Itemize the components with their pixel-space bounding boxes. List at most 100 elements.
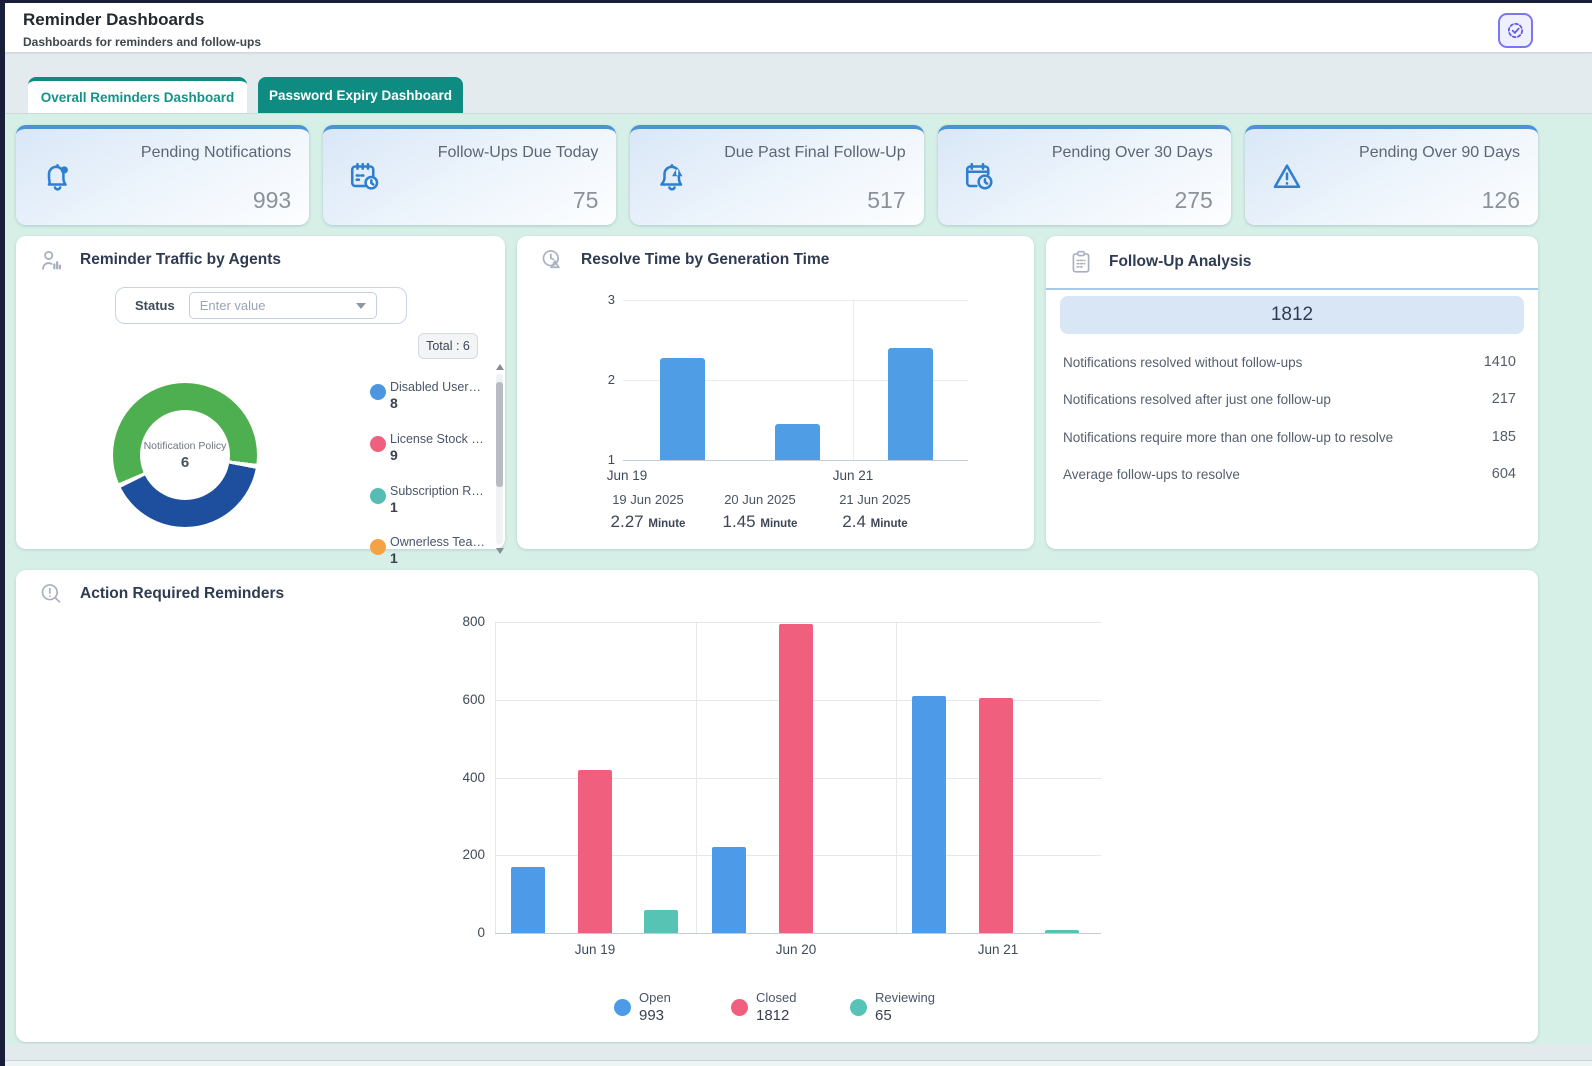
stat-date: 20 Jun 2025 [695,492,825,507]
kpi-label: Pending Over 30 Days [1052,144,1213,162]
followup-analysis-panel: Follow-Up Analysis 1812 Notifications re… [1046,236,1538,549]
y-tick: 600 [439,692,485,707]
reminder-dashboards-screen: Reminder Dashboards Dashboards for remin… [0,0,1592,1066]
clipboard-icon [1068,249,1094,275]
gridline [896,622,897,933]
action-bar-reviewing-jun-21[interactable] [1045,930,1079,933]
legend-item-subscription[interactable]: Subscription R… 1 [370,484,496,515]
chevron-down-icon [356,303,366,309]
kpi-followups-due-today[interactable]: Follow-Ups Due Today 75 [323,125,616,225]
kpi-value: 275 [1174,187,1212,214]
action-bar-open-jun-19[interactable] [511,867,545,933]
legend-label: License Stock … [390,432,494,446]
row-value: 604 [1492,466,1516,482]
calendar-check-icon [347,159,383,200]
kpi-value: 517 [867,187,905,214]
kpi-pending-over-90-days[interactable]: Pending Over 90 Days 126 [1245,125,1538,225]
legend-scrollbar[interactable] [496,364,504,554]
status-select-placeholder: Enter value [200,298,266,313]
stat-unit: Minute [760,518,797,530]
agents-chart-icon [38,247,65,274]
x-tick: Jun 20 [756,942,836,957]
page-title: Reminder Dashboards [23,10,204,30]
status-select[interactable]: Enter value [189,292,377,319]
gridline [853,300,854,460]
search-alert-icon [38,581,65,608]
kpi-pending-over-30-days[interactable]: Pending Over 30 Days 275 [938,125,1231,225]
legend-value: 1812 [756,1007,796,1024]
gridline [696,622,697,933]
legend-item-ownerless-team[interactable]: Ownerless Tea… 1 [370,535,496,566]
stat-value: 1.45 [723,512,756,531]
followup-row: Notifications resolved without follow-up… [1063,352,1516,372]
bell-dot-icon [40,159,76,200]
scrollbar-thumb[interactable] [496,382,503,487]
resolve-bar-19-jun-2025[interactable] [660,358,705,460]
x-tick: Jun 19 [597,468,657,483]
scroll-down-icon[interactable] [496,548,504,554]
legend-label: Closed [756,990,796,1005]
legend-dot-icon [370,384,386,400]
tab-overall-reminders-dashboard[interactable]: Overall Reminders Dashboard [28,77,247,113]
action-bar-closed-jun-21[interactable] [979,698,1013,933]
legend-label: Disabled User… [390,380,494,394]
resolve-stat-jun20: 20 Jun 2025 1.45 Minute [695,492,825,532]
followup-headline-value: 1812 [1060,296,1524,334]
action-bar-open-jun-20[interactable] [712,847,746,933]
action-bar-open-jun-21[interactable] [912,696,946,933]
kpi-label: Follow-Ups Due Today [438,144,599,162]
gridline [495,622,496,933]
page-subtitle: Dashboards for reminders and follow-ups [23,35,261,49]
scroll-up-icon[interactable] [496,364,504,370]
legend-item-disabled-user[interactable]: Disabled User… 8 [370,380,496,411]
panel-title: Resolve Time by Generation Time [581,251,829,269]
panel-title: Follow-Up Analysis [1109,253,1251,271]
legend-item-reviewing[interactable]: Reviewing 65 [850,990,935,1024]
window-top-edge [0,0,1592,3]
y-tick: 200 [439,847,485,862]
stat-value: 2.4 [842,512,866,531]
panel-header: Action Required Reminders [16,570,1538,618]
followup-row: Notifications require more than one foll… [1063,427,1516,447]
panel-header: Follow-Up Analysis [1046,236,1538,290]
legend-value: 9 [390,447,496,463]
followup-row: Average follow-ups to resolve 604 [1063,464,1516,484]
kpi-pending-notifications[interactable]: Pending Notifications 993 [16,125,309,225]
legend-dot-icon [370,539,386,555]
panel-title: Action Required Reminders [80,585,284,603]
kpi-due-past-final-followup[interactable]: Due Past Final Follow-Up 517 [630,125,923,225]
resolve-bar-21-jun-2025[interactable] [888,348,933,460]
resolve-bar-20-jun-2025[interactable] [775,424,820,460]
kpi-card-row: Pending Notifications 993 Follow-Ups Due… [16,125,1538,225]
resolve-stat-jun19: 19 Jun 2025 2.27 Minute [583,492,713,532]
tab-password-expiry-dashboard[interactable]: Password Expiry Dashboard [258,77,463,113]
stat-unit: Minute [871,518,908,530]
legend-value: 8 [390,395,496,411]
legend-item-closed[interactable]: Closed 1812 [731,990,796,1024]
panel-header: Reminder Traffic by Agents [16,236,505,284]
row-label: Notifications require more than one foll… [1063,430,1393,445]
clock-check-icon [1506,21,1525,40]
reminder-traffic-panel: Reminder Traffic by Agents Status Enter … [16,236,505,549]
reminder-settings-button[interactable] [1498,13,1533,48]
tab-label: Overall Reminders Dashboard [41,90,235,105]
calendar-clock-icon [962,159,998,200]
y-tick: 3 [585,292,615,307]
legend-dot-icon [370,488,386,504]
legend-item-open[interactable]: Open 993 [614,990,671,1024]
followup-row: Notifications resolved after just one fo… [1063,389,1516,409]
action-required-panel: Action Required Reminders 800 600 400 20… [16,570,1538,1042]
kpi-value: 75 [573,187,599,214]
panel-title: Reminder Traffic by Agents [80,251,281,269]
action-bar-closed-jun-20[interactable] [779,624,813,933]
total-badge: Total : 6 [418,333,478,359]
legend-dot-icon [850,999,867,1016]
status-filter-label: Status [135,298,175,313]
traffic-donut-chart[interactable] [113,383,257,527]
legend-item-license-stock[interactable]: License Stock … 9 [370,432,496,463]
kpi-label: Due Past Final Follow-Up [724,144,905,162]
resolve-plot [623,300,968,461]
action-bar-closed-jun-19[interactable] [578,770,612,933]
y-tick: 1 [585,452,615,467]
action-bar-reviewing-jun-19[interactable] [644,910,678,933]
